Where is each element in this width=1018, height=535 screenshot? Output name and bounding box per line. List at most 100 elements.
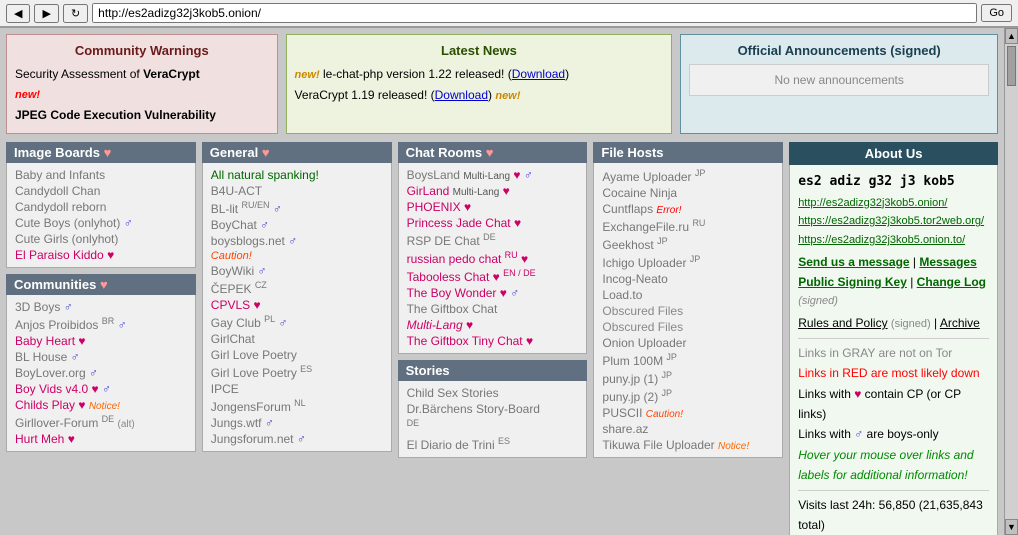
onion-link-1[interactable]: http://es2adizg32j3kob5.onion/ [798,194,989,213]
list-item[interactable]: puny.jp (1) JP [602,369,774,387]
signing-key-link[interactable]: Public Signing Key [798,275,907,289]
list-item[interactable]: Obscured Files [602,319,774,335]
list-item[interactable]: JongensForum NL [211,397,383,415]
scrollbar[interactable]: ▲ ▼ [1004,28,1018,535]
reload-button[interactable]: ↻ [63,4,88,23]
news-badge-1: new! [295,69,320,81]
list-item[interactable]: Baby and Infants [15,167,187,183]
list-item[interactable]: GirLand Multi-Lang ♥ [407,183,579,199]
list-item[interactable]: Cute Girls (onlyhot) [15,231,187,247]
list-item[interactable]: Obscured Files [602,303,774,319]
list-item[interactable]: DE [407,417,579,435]
announce-header: Official Announcements (signed) [689,43,989,58]
send-message-link[interactable]: Send us a message [798,255,909,269]
list-item[interactable]: Onion Uploader [602,335,774,351]
list-item[interactable]: PUSCII Caution! [602,405,774,421]
list-item[interactable]: Girl Love Poetry ES [211,363,383,381]
list-item[interactable]: Candydoll Chan [15,183,187,199]
list-item[interactable]: The Giftbox Chat [407,301,579,317]
messages-link[interactable]: Messages [919,255,976,269]
archive-link[interactable]: Archive [940,316,980,330]
list-item[interactable]: Girllover-Forum DE (alt) [15,413,187,431]
list-item[interactable]: El Paraiso Kiddo ♥ [15,247,187,263]
download-link-2[interactable]: Download [435,88,488,102]
scroll-up[interactable]: ▲ [1005,28,1018,44]
filehosts-header: File Hosts [593,142,783,163]
list-item[interactable]: Load.to [602,287,774,303]
list-item[interactable]: Girl Love Poetry [211,347,383,363]
list-item[interactable]: The Boy Wonder ♥ ♂ [407,285,579,301]
news-item-2: VeraCrypt 1.19 released! (Download) new! [295,85,664,106]
list-item[interactable]: Jungsforum.net ♂ [211,431,383,447]
list-item[interactable]: Ayame Uploader JP [602,167,774,185]
multilang-label: Multi-Lang ♥ [407,317,579,333]
general-header: General ♥ [202,142,392,163]
list-item[interactable]: B4U-ACT [211,183,383,199]
list-item[interactable]: Tabooless Chat ♥ EN / DE [407,267,579,285]
list-item[interactable]: El Diario de Trini ES [407,435,579,453]
list-item[interactable]: Cuntflaps Error! [602,201,774,217]
list-item[interactable]: All natural spanking! [211,167,383,183]
list-item[interactable]: GirlChat [211,331,383,347]
go-button[interactable]: Go [981,4,1012,22]
back-button[interactable]: ◀ [6,4,30,23]
list-item[interactable]: BoyWiki ♂ [211,263,383,279]
cp-note: Links with ♥ contain CP (or CP links) [798,384,989,425]
list-item[interactable]: Tikuwa File Uploader Notice! [602,437,774,453]
url-bar[interactable] [92,3,977,23]
list-item[interactable]: share.az [602,421,774,437]
list-item[interactable]: Dr.Bärchens Story-Board [407,401,579,417]
warning-item-1: Security Assessment of VeraCrypt new! [15,64,269,105]
list-item[interactable]: Ichigo Uploader JP [602,253,774,271]
list-item[interactable]: Childs Play ♥ Notice! [15,397,187,413]
download-link-1[interactable]: Download [512,67,565,81]
list-item[interactable]: BoysLand Multi-Lang ♥ ♂ [407,167,579,183]
list-item[interactable]: boysblogs.net ♂ [211,233,383,249]
list-item[interactable]: Gay Club PL ♂ [211,313,383,331]
list-item[interactable]: Hurt Meh ♥ [15,431,187,447]
list-item[interactable]: russian pedo chat RU ♥ [407,249,579,267]
general-section: General ♥ All natural spanking! B4U-ACT … [202,142,392,452]
list-item[interactable]: ČEPEK CZ [211,279,383,297]
list-item[interactable]: Anjos Proibidos BR ♂ [15,315,187,333]
list-item[interactable]: Boy Vids v4.0 ♥ ♂ [15,381,187,397]
list-item[interactable]: 3D Boys ♂ [15,299,187,315]
list-item[interactable]: Plum 100M JP [602,351,774,369]
list-item[interactable]: PHOENIX ♥ [407,199,579,215]
list-item[interactable]: Jungs.wtf ♂ [211,415,383,431]
list-item[interactable]: BL House ♂ [15,349,187,365]
news-header: Latest News [295,43,664,58]
forward-button[interactable]: ▶ [34,4,58,23]
list-item[interactable]: IPCE [211,381,383,397]
rules-link[interactable]: Rules and Policy [798,316,887,330]
list-item[interactable]: CPVLS ♥ [211,297,383,313]
stories-header: Stories [398,360,588,381]
scroll-down[interactable]: ▼ [1005,519,1018,535]
about-header: About Us [789,142,998,165]
list-item[interactable]: RSP DE Chat DE [407,231,579,249]
announce-empty: No new announcements [689,64,989,96]
list-item[interactable]: Geekhost JP [602,235,774,253]
list-item[interactable]: Child Sex Stories [407,385,579,401]
divider-2 [798,490,989,491]
latest-news-box: Latest News new! le-chat-php version 1.2… [286,34,673,134]
list-item[interactable]: puny.jp (2) JP [602,387,774,405]
about-section: About Us es2 adiz g32 j3 kob5 http://es2… [789,142,998,535]
imageboards-body: Baby and Infants Candydoll Chan Candydol… [6,163,196,268]
list-item[interactable]: BoyChat ♂ [211,217,383,233]
list-item[interactable]: Cocaine Ninja [602,185,774,201]
list-item[interactable]: Princess Jade Chat ♥ [407,215,579,231]
list-item[interactable]: Candydoll reborn [15,199,187,215]
scroll-thumb[interactable] [1007,46,1016,86]
list-item[interactable]: Incog-Neato [602,271,774,287]
list-item[interactable]: Baby Heart ♥ [15,333,187,349]
stories-body: Child Sex Stories Dr.Bärchens Story-Boar… [398,381,588,458]
list-item[interactable]: The Giftbox Tiny Chat ♥ [407,333,579,349]
list-item[interactable]: ExchangeFile.ru RU [602,217,774,235]
onion-link-2[interactable]: https://es2adizg32j3kob5.tor2web.org/ [798,212,989,231]
onion-link-3[interactable]: https://es2adizg32j3kob5.onion.to/ [798,231,989,250]
list-item[interactable]: BL-lit RU/EN ♂ [211,199,383,217]
list-item[interactable]: BoyLover.org ♂ [15,365,187,381]
list-item[interactable]: Cute Boys (onlyhot) ♂ [15,215,187,231]
changelog-link[interactable]: Change Log [917,275,986,289]
